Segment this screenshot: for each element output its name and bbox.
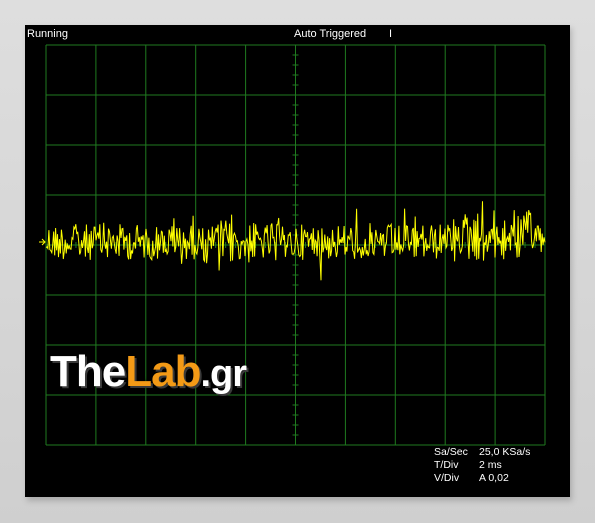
watermark-logo: TheLab.gr bbox=[50, 347, 247, 397]
oscilloscope-panel: Running Auto Triggered I Sa/Sec 25,0 KSa/… bbox=[25, 25, 570, 497]
scope-screen[interactable] bbox=[25, 25, 570, 497]
volt-div-label: V/Div bbox=[434, 472, 460, 484]
logo-text-lab: Lab bbox=[125, 347, 201, 396]
settings-readout: Sa/Sec 25,0 KSa/s T/Div 2 ms V/Div A 0,02 bbox=[434, 446, 530, 485]
sample-rate-row: Sa/Sec 25,0 KSa/s bbox=[434, 446, 530, 459]
time-div-row: T/Div 2 ms bbox=[434, 459, 530, 472]
logo-text-gr: .gr bbox=[200, 353, 247, 395]
logo-text-the: The bbox=[50, 347, 126, 396]
ground-marker-icon bbox=[39, 238, 46, 246]
time-div-label: T/Div bbox=[434, 459, 459, 471]
sample-rate-value: 25,0 KSa/s bbox=[479, 446, 531, 458]
volt-div-value: A 0,02 bbox=[479, 472, 509, 484]
time-div-value: 2 ms bbox=[479, 459, 502, 471]
volt-div-row: V/Div A 0,02 bbox=[434, 472, 530, 485]
sample-rate-label: Sa/Sec bbox=[434, 446, 468, 458]
